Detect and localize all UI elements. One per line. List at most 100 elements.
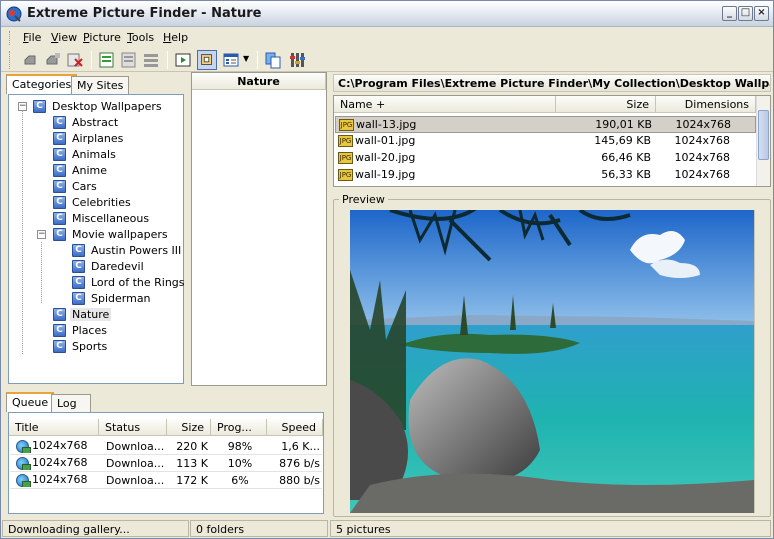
title-bar[interactable]: Extreme Picture Finder - Nature _ □ ×	[1, 1, 773, 27]
tree-item-airplanes[interactable]: C Airplanes	[53, 131, 125, 147]
queue-column-title[interactable]: Title	[9, 419, 99, 436]
queue-row[interactable]: 1024x768 Downloa... 220 K 98% 1,6 K...	[10, 438, 322, 455]
queue-size: 220 K	[176, 440, 208, 453]
jpg-file-icon: JPG	[338, 152, 353, 164]
tree-item-nature[interactable]: C Nature	[53, 307, 112, 323]
queue-size: 113 K	[176, 457, 208, 470]
tree-item-label: Abstract	[72, 115, 119, 129]
column-name[interactable]: Name +	[334, 96, 556, 113]
category-folder-icon: C	[72, 275, 85, 289]
menu-help[interactable]: Help	[163, 31, 188, 44]
tree-item-abstract[interactable]: C Abstract	[53, 115, 120, 131]
preview-scrollbar[interactable]	[754, 210, 768, 513]
file-list-scrollbar[interactable]	[756, 96, 770, 186]
queue-column-progress[interactable]: Prog...	[211, 419, 267, 436]
tree-item-anime[interactable]: C Anime	[53, 163, 109, 179]
category-folder-icon: C	[53, 115, 66, 129]
copy-icon[interactable]	[119, 50, 139, 70]
file-size: 145,69 KB	[594, 134, 651, 147]
queue-title-label: 1024x768	[32, 473, 88, 486]
subfolder-header: Nature	[192, 73, 326, 90]
maximize-button[interactable]: □	[738, 6, 753, 21]
new-project-icon[interactable]	[97, 50, 117, 70]
queue-row[interactable]: 1024x768 Downloa... 172 K 6% 880 b/s	[10, 472, 322, 489]
jpg-file-icon: JPG	[339, 119, 354, 131]
file-dimensions: 1024x768	[675, 118, 732, 131]
file-row[interactable]: JPG wall-19.jpg 56,33 KB 1024x768	[335, 167, 756, 184]
file-dimensions: 1024x768	[674, 151, 731, 164]
category-folder-icon: C	[53, 307, 66, 321]
menu-file[interactable]: File	[23, 31, 41, 44]
tree-item-label: Movie wallpapers	[72, 227, 168, 241]
fit-window-icon[interactable]	[197, 50, 217, 70]
scrollbar-thumb[interactable]	[758, 110, 769, 160]
tree-item-animals[interactable]: C Animals	[53, 147, 118, 163]
tree-item-label: Places	[72, 323, 107, 337]
tree-item-austin-powers-iii[interactable]: C Austin Powers III	[72, 243, 183, 259]
subfolder-panel[interactable]: Nature	[191, 72, 327, 386]
tree-item-celebrities[interactable]: C Celebrities	[53, 195, 133, 211]
category-tree[interactable]: − − C Desktop Wallpapers C Abstract C Airpl…	[8, 94, 187, 384]
file-name: JPG wall-19.jpg	[338, 168, 415, 181]
queue-column-status[interactable]: Status	[99, 419, 167, 436]
queue-column-size[interactable]: Size	[167, 419, 211, 436]
tab-categories[interactable]: Categories	[6, 74, 78, 94]
file-row[interactable]: JPG wall-20.jpg 66,46 KB 1024x768	[335, 150, 756, 167]
status-bar: Downloading gallery... 0 folders 5 pictu…	[1, 518, 773, 538]
tree-item-cars[interactable]: C Cars	[53, 179, 99, 195]
download-globe-icon	[16, 439, 31, 453]
back-icon[interactable]	[21, 50, 41, 70]
queue-title: 1024x768	[16, 439, 88, 453]
tree-collapse-icon[interactable]: −	[37, 230, 46, 239]
properties-icon[interactable]	[263, 50, 283, 70]
category-folder-icon: C	[33, 99, 46, 113]
queue-column-speed[interactable]: Speed	[267, 419, 323, 436]
slideshow-icon[interactable]	[173, 50, 193, 70]
column-size[interactable]: Size	[556, 96, 656, 113]
menu-tools[interactable]: Tools	[127, 31, 154, 44]
status-folders: 0 folders	[190, 520, 328, 537]
file-list[interactable]: Name + Size Dimensions JPG wall-13.jpg 19…	[333, 95, 771, 187]
tab-queue[interactable]: Queue	[6, 392, 55, 412]
queue-row[interactable]: 1024x768 Downloa... 113 K 10% 876 b/s	[10, 455, 322, 472]
tree-item-label: Sports	[72, 339, 108, 353]
close-button[interactable]: ×	[754, 6, 769, 21]
tree-item-places[interactable]: C Places	[53, 323, 109, 339]
tree-item-daredevil[interactable]: C Daredevil	[72, 259, 146, 275]
file-row[interactable]: JPG wall-13.jpg 190,01 KB 1024x768	[335, 116, 756, 133]
tree-item-movie-wallpapers[interactable]: C Movie wallpapers	[53, 227, 170, 243]
jpg-file-icon: JPG	[338, 169, 353, 181]
queue-speed: 876 b/s	[279, 457, 320, 470]
tree-item-spiderman[interactable]: C Spiderman	[72, 291, 153, 307]
column-dimensions[interactable]: Dimensions	[656, 96, 756, 113]
preview-image[interactable]	[350, 210, 754, 513]
delete-icon[interactable]	[65, 50, 85, 70]
download-queue[interactable]: Title Status Size Prog... Speed 1024x768…	[8, 412, 324, 514]
settings-icon[interactable]	[287, 50, 307, 70]
toolbar-separator	[91, 51, 92, 69]
tree-collapse-icon[interactable]: −	[18, 102, 27, 111]
menu-picture[interactable]: Picture	[83, 31, 121, 44]
category-folder-icon: C	[53, 163, 66, 177]
tree-item-miscellaneous[interactable]: C Miscellaneous	[53, 211, 151, 227]
forward-icon[interactable]	[43, 50, 63, 70]
tab-log[interactable]: Log	[51, 394, 91, 412]
tree-item-desktop-wallpapers[interactable]: C Desktop Wallpapers	[33, 99, 164, 115]
menu-view[interactable]: View	[51, 31, 77, 44]
category-folder-icon: C	[53, 339, 66, 353]
minimize-button[interactable]: _	[722, 6, 737, 21]
tree-item-lord-of-the-rings[interactable]: C Lord of the Rings	[72, 275, 187, 291]
queue-title-label: 1024x768	[32, 456, 88, 469]
tree-item-label: Celebrities	[72, 195, 131, 209]
tree-item-sports[interactable]: C Sports	[53, 339, 109, 355]
tab-my-sites[interactable]: My Sites	[71, 76, 130, 94]
file-name-label: wall-20.jpg	[355, 151, 416, 164]
file-row[interactable]: JPG wall-01.jpg 145,69 KB 1024x768	[335, 133, 756, 150]
jpg-file-icon: JPG	[338, 135, 353, 147]
download-globe-icon	[16, 456, 31, 470]
list-icon[interactable]	[141, 50, 161, 70]
view-dropdown-chevron-icon[interactable]: ▼	[243, 54, 249, 63]
menu-grip	[9, 31, 12, 45]
queue-progress: 10%	[227, 457, 253, 470]
view-mode-icon[interactable]	[221, 50, 241, 70]
